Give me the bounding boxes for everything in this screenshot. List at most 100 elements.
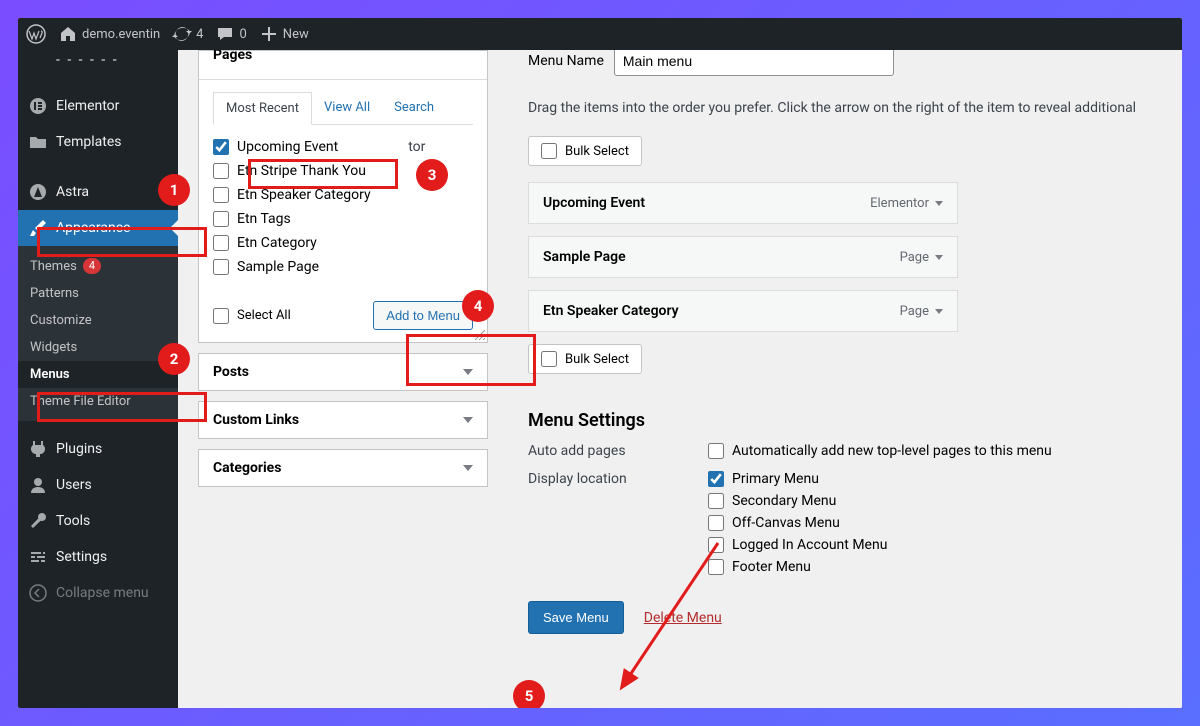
site-title: demo.eventin: [82, 27, 160, 42]
main-content: Pages Most Recent View All Search Upcomi…: [178, 50, 1182, 708]
plus-icon: [259, 24, 279, 44]
sidebar-item-plugins[interactable]: Plugins: [18, 431, 178, 467]
wp-logo[interactable]: [26, 24, 46, 44]
auto-add-label: Auto add pages: [528, 443, 708, 465]
user-icon: [28, 475, 48, 495]
elementor-icon: [28, 96, 48, 116]
submenu-theme-file-editor[interactable]: Theme File Editor: [18, 388, 178, 415]
checkbox[interactable]: [213, 308, 229, 324]
tab-search[interactable]: Search: [382, 92, 446, 124]
update-badge: 4: [83, 258, 101, 274]
page-option[interactable]: Etn Tags: [213, 207, 473, 231]
sidebar-item-users[interactable]: Users: [18, 467, 178, 503]
checkbox[interactable]: [541, 143, 557, 159]
checkbox[interactable]: [708, 493, 724, 509]
menu-name-input[interactable]: [614, 50, 894, 76]
page-option[interactable]: Etn Speaker Category: [213, 183, 473, 207]
pages-checklist: Upcoming Eventtor Etn Stripe Thank You E…: [213, 135, 473, 279]
checkbox[interactable]: [213, 235, 229, 251]
home-icon: [58, 24, 78, 44]
checkbox[interactable]: [213, 187, 229, 203]
checkbox[interactable]: [708, 537, 724, 553]
plugin-icon: [28, 439, 48, 459]
collapse-icon: [28, 583, 48, 603]
bulk-select-bottom[interactable]: Bulk Select: [528, 344, 642, 374]
menu-item-handle[interactable]: Etn Speaker Category Page: [528, 290, 958, 332]
checkbox[interactable]: [213, 259, 229, 275]
site-name[interactable]: demo.eventin: [58, 24, 160, 44]
menu-item-handle[interactable]: Upcoming Event Elementor: [528, 182, 958, 224]
menu-item-handle[interactable]: Sample Page Page: [528, 236, 958, 278]
admin-bar: demo.eventin 4 0 New: [18, 18, 1182, 50]
brush-icon: [28, 218, 48, 238]
comments-link[interactable]: 0: [215, 24, 246, 44]
sidebar-item-elementor[interactable]: Elementor: [18, 88, 178, 124]
page-option[interactable]: Upcoming Eventtor: [213, 135, 473, 159]
updates-count: 4: [196, 27, 203, 42]
categories-accordion[interactable]: Categories: [198, 449, 488, 487]
chevron-down-icon: [463, 369, 473, 375]
sidebar-label: Astra: [56, 184, 89, 200]
sidebar-item-astra[interactable]: Astra: [18, 174, 178, 210]
new-link[interactable]: New: [259, 24, 309, 44]
menu-name-label: Menu Name: [528, 53, 604, 69]
tab-view-all[interactable]: View All: [312, 92, 382, 124]
checkbox[interactable]: [708, 515, 724, 531]
submenu-themes[interactable]: Themes4: [18, 252, 178, 280]
sidebar-label: Appearance: [56, 220, 130, 236]
display-location-label: Display location: [528, 471, 708, 581]
chevron-down-icon: [463, 465, 473, 471]
custom-links-accordion[interactable]: Custom Links: [198, 401, 488, 439]
location-option[interactable]: Logged In Account Menu: [708, 537, 887, 553]
update-icon: [172, 24, 192, 44]
page-option[interactable]: Etn Category: [213, 231, 473, 255]
select-all[interactable]: Select All: [213, 308, 291, 324]
chevron-down-icon: [463, 417, 473, 423]
checkbox[interactable]: [541, 351, 557, 367]
save-menu-button[interactable]: Save Menu: [528, 601, 624, 634]
chevron-down-icon: [935, 309, 943, 314]
sidebar-collapse[interactable]: Collapse menu: [18, 575, 178, 611]
chevron-down-icon: [935, 201, 943, 206]
page-option[interactable]: Sample Page: [213, 255, 473, 279]
sidebar-item-appearance[interactable]: Appearance: [18, 210, 178, 246]
submenu-widgets[interactable]: Widgets: [18, 334, 178, 361]
location-option[interactable]: Secondary Menu: [708, 493, 887, 509]
sliders-icon: [28, 547, 48, 567]
chevron-down-icon: [935, 255, 943, 260]
add-to-menu-button[interactable]: Add to Menu: [373, 301, 473, 330]
new-label: New: [283, 27, 309, 42]
checkbox[interactable]: [708, 443, 724, 459]
menu-settings-heading: Menu Settings: [528, 410, 1162, 431]
auto-add-option[interactable]: Automatically add new top-level pages to…: [708, 443, 1052, 459]
submenu-menus[interactable]: Menus: [18, 361, 178, 388]
sidebar-item-tools[interactable]: Tools: [18, 503, 178, 539]
location-option[interactable]: Off-Canvas Menu: [708, 515, 887, 531]
posts-accordion[interactable]: Posts: [198, 353, 488, 391]
sidebar-item-templates[interactable]: Templates: [18, 124, 178, 160]
wrench-icon: [28, 511, 48, 531]
sidebar-label: Collapse menu: [56, 585, 149, 601]
submenu-customize[interactable]: Customize: [18, 307, 178, 334]
page-option[interactable]: Etn Stripe Thank You: [213, 159, 473, 183]
bulk-select-top[interactable]: Bulk Select: [528, 136, 642, 166]
sidebar-label: Templates: [56, 134, 122, 150]
location-option[interactable]: Footer Menu: [708, 559, 887, 575]
checkbox[interactable]: [708, 471, 724, 487]
checkbox[interactable]: [213, 163, 229, 179]
sidebar-label: Elementor: [56, 98, 119, 114]
folder-icon: [28, 132, 48, 152]
location-option[interactable]: Primary Menu: [708, 471, 887, 487]
sidebar-item-settings[interactable]: Settings: [18, 539, 178, 575]
checkbox[interactable]: [213, 139, 229, 155]
checkbox[interactable]: [708, 559, 724, 575]
sidebar-label: Settings: [56, 549, 107, 565]
updates-link[interactable]: 4: [172, 24, 203, 44]
tab-most-recent[interactable]: Most Recent: [213, 92, 312, 125]
delete-menu-link[interactable]: Delete Menu: [644, 610, 722, 626]
sidebar-label: Users: [56, 477, 92, 493]
pages-heading[interactable]: Pages: [199, 51, 487, 80]
submenu-patterns[interactable]: Patterns: [18, 280, 178, 307]
checkbox[interactable]: [213, 211, 229, 227]
sidebar-item-truncated[interactable]: - - - - - -: [18, 50, 178, 78]
